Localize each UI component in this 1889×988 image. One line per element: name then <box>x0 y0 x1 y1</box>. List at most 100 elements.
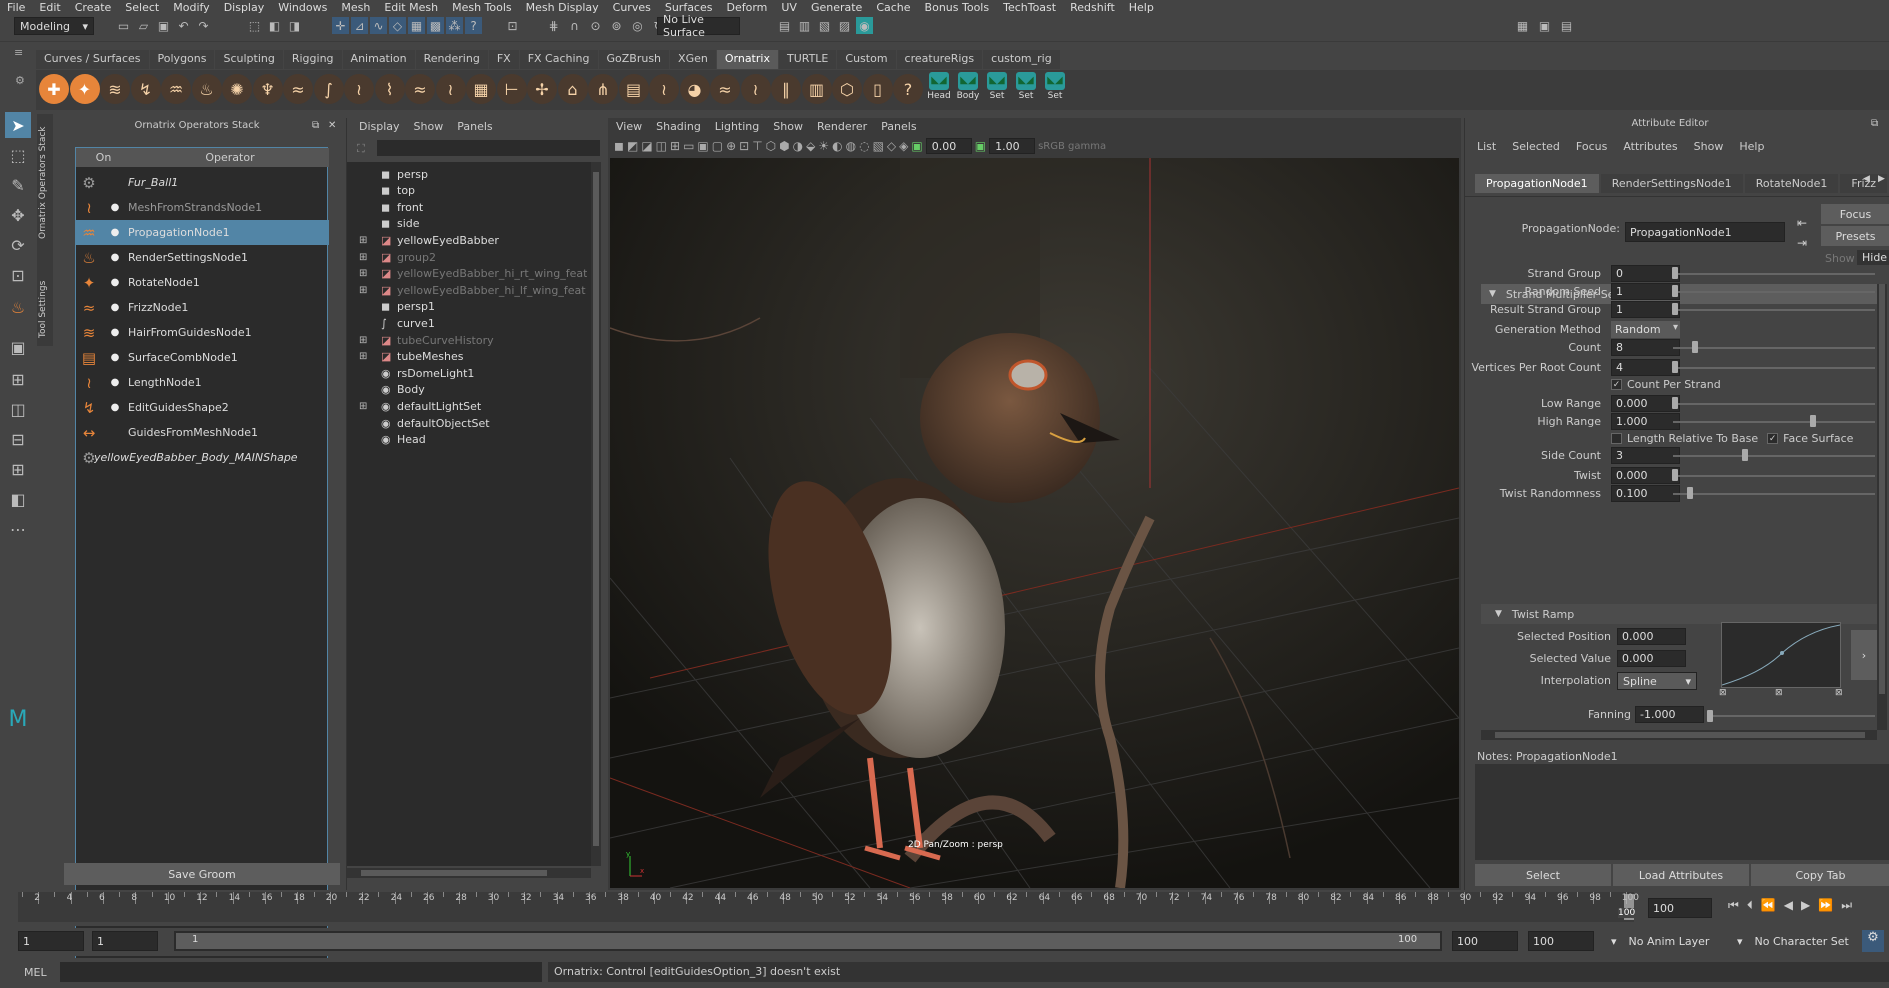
attr-field[interactable]: 1 <box>1611 282 1680 300</box>
outliner-hscroll-thumb[interactable] <box>361 870 547 876</box>
step-forward-key-icon[interactable]: ⏩ <box>1818 898 1833 913</box>
side-tab-tool-settings[interactable]: Tool Settings <box>38 274 52 344</box>
gate-mask-icon[interactable]: ▢ <box>712 139 723 153</box>
operator-enabled-toggle[interactable]: ● <box>102 402 128 413</box>
ipr-render-icon[interactable]: ▧ <box>816 17 833 34</box>
shelf-tab-fx[interactable]: FX <box>488 50 519 69</box>
ramp-key-mid-icon[interactable]: ⊠ <box>1775 688 1783 698</box>
attr-field[interactable]: 3 <box>1611 446 1680 464</box>
menu-select[interactable]: Select <box>118 1 166 14</box>
gamma-field[interactable]: 1.00 <box>989 138 1036 154</box>
attr-hscroll-thumb[interactable] <box>1495 732 1865 738</box>
select-button[interactable]: Select <box>1475 864 1611 886</box>
menu-uv[interactable]: UV <box>774 1 804 14</box>
attr-field[interactable]: Random <box>1611 320 1680 338</box>
attr-field[interactable]: 0.000 <box>1611 466 1680 484</box>
layout-outliner-icon[interactable]: ◧ <box>5 486 31 512</box>
operator-row[interactable]: ↔ GuidesFromMeshNode1 <box>76 420 329 445</box>
menu-modify[interactable]: Modify <box>166 1 216 14</box>
menu-deform[interactable]: Deform <box>719 1 774 14</box>
operator-enabled-toggle[interactable]: ● <box>102 252 128 263</box>
bookmark-icon[interactable]: ◪ <box>641 139 652 153</box>
attr-menu-focus[interactable]: Focus <box>1576 140 1607 153</box>
range-slider-bar[interactable] <box>176 933 1440 949</box>
face-surface-checkbox[interactable]: ✓ <box>1767 433 1779 444</box>
menu-mesh[interactable]: Mesh <box>334 1 377 14</box>
default-material-icon[interactable]: ◑ <box>793 139 803 153</box>
mask-deform-icon[interactable]: ▦ <box>408 17 425 34</box>
outliner-hscroll[interactable] <box>347 868 591 878</box>
render-history-icon[interactable]: ▤ <box>776 17 793 34</box>
shelf-tab-creaturerigs[interactable]: creatureRigs <box>896 50 983 69</box>
expand-icon[interactable]: ⊞ <box>359 351 373 362</box>
expand-icon[interactable]: ⊞ <box>359 335 373 346</box>
resolution-gate-icon[interactable]: ▣ <box>697 139 708 153</box>
attr-field[interactable]: 4 <box>1611 358 1680 376</box>
attr-slider[interactable] <box>1673 493 1875 495</box>
rotate-tool-icon[interactable]: ⟳ <box>5 232 31 258</box>
play-forward-icon[interactable]: ▶ <box>1801 898 1810 913</box>
menu-file[interactable]: File <box>0 1 32 14</box>
attr-vscroll[interactable] <box>1877 284 1887 730</box>
expand-icon[interactable]: ⊞ <box>359 285 373 296</box>
operator-row[interactable]: ≀ ● LengthNode1 <box>76 370 329 395</box>
step-back-key-icon[interactable]: ⏪ <box>1761 898 1776 913</box>
new-scene-icon[interactable]: ▭ <box>115 17 132 34</box>
shelf-tab-gozbrush[interactable]: GoZBrush <box>598 50 670 69</box>
mask-handle-icon[interactable]: ✛ <box>332 17 349 34</box>
attr-field[interactable]: 8 <box>1611 338 1680 356</box>
anim-prefs-icon[interactable]: ⚙ <box>1862 930 1884 952</box>
exposure-field[interactable]: 0.00 <box>925 138 972 154</box>
float-icon[interactable]: ⧉ <box>312 120 319 131</box>
outliner-vscroll-thumb[interactable] <box>593 172 599 846</box>
mask-joint-icon[interactable]: ⊿ <box>351 17 368 34</box>
viewport-menu-shading[interactable]: Shading <box>656 120 701 133</box>
operator-row[interactable]: ▤ ● SurfaceCombNode1 <box>76 345 329 370</box>
ramp-key-left-icon[interactable]: ⊠ <box>1719 688 1727 698</box>
shelf-tab-polygons[interactable]: Polygons <box>149 50 215 69</box>
select-component-icon[interactable]: ◨ <box>286 17 303 34</box>
shelf-tab-turtle[interactable]: TURTLE <box>778 50 837 69</box>
shelf-tab-animation[interactable]: Animation <box>342 50 415 69</box>
detail-icon[interactable]: ≀ <box>649 74 679 104</box>
attr-menu-list[interactable]: List <box>1477 140 1496 153</box>
ramp-expand-button[interactable]: › <box>1851 630 1877 680</box>
outliner-menu-show[interactable]: Show <box>414 120 444 133</box>
attr-slider[interactable] <box>1673 421 1875 423</box>
shelf-body-button[interactable]: ◣◢ Body <box>955 72 981 106</box>
attr-field[interactable]: 0.000 <box>1611 394 1680 412</box>
selected-position-field[interactable]: 0.000 <box>1617 628 1686 645</box>
menu-windows[interactable]: Windows <box>271 1 334 14</box>
operator-row[interactable]: ✦ ● RotateNode1 <box>76 270 329 295</box>
tab-scroll-left-icon[interactable]: ◀ <box>1863 174 1870 184</box>
use-all-lights-icon[interactable]: ☀ <box>818 139 829 153</box>
operator-enabled-toggle[interactable]: ● <box>102 227 128 238</box>
paint-select-icon[interactable]: ✎ <box>5 172 31 198</box>
open-scene-icon[interactable]: ▱ <box>135 17 152 34</box>
tab-rotate-node[interactable]: RotateNode1 <box>1744 174 1839 193</box>
film-gate-icon[interactable]: ▭ <box>683 139 694 153</box>
menu-surfaces[interactable]: Surfaces <box>658 1 720 14</box>
anim-start-field[interactable]: 1 <box>18 931 84 951</box>
interpolation-dropdown[interactable]: Spline ▾ <box>1617 672 1697 690</box>
outliner-filter-icon[interactable]: ⛶ <box>357 142 365 156</box>
menu-display[interactable]: Display <box>217 1 272 14</box>
viewport-menu-renderer[interactable]: Renderer <box>817 120 867 133</box>
smooth-shade-icon[interactable]: ⬢ <box>779 139 789 153</box>
command-input[interactable] <box>60 962 542 982</box>
go-to-end-icon[interactable]: ⏭ <box>1841 898 1852 913</box>
workspace-icon[interactable]: ▦ <box>1514 17 1531 34</box>
attr-slider-knob[interactable] <box>1672 397 1678 409</box>
xray-icon[interactable]: ◇ <box>887 139 896 153</box>
menu-redshift[interactable]: Redshift <box>1063 1 1122 14</box>
character-set-dropdown[interactable]: ▾ No Character Set <box>1732 931 1862 951</box>
menu-edit-mesh[interactable]: Edit Mesh <box>377 1 445 14</box>
go-to-start-icon[interactable]: ⏮ <box>1728 898 1739 913</box>
attr-field[interactable]: 0 <box>1611 264 1680 282</box>
count-per-strand-checkbox[interactable]: ✓ Count Per Strand <box>1611 378 1721 391</box>
ornatrix-tool-icon[interactable]: ♨ <box>5 294 31 320</box>
close-icon[interactable]: ✕ <box>328 120 336 131</box>
shelf-set-button[interactable]: ◣◢ Set <box>1013 72 1039 106</box>
mesh-from-strands-icon[interactable]: ⋔ <box>588 74 618 104</box>
shelf-tab-custom-rig[interactable]: custom_rig <box>983 50 1060 69</box>
